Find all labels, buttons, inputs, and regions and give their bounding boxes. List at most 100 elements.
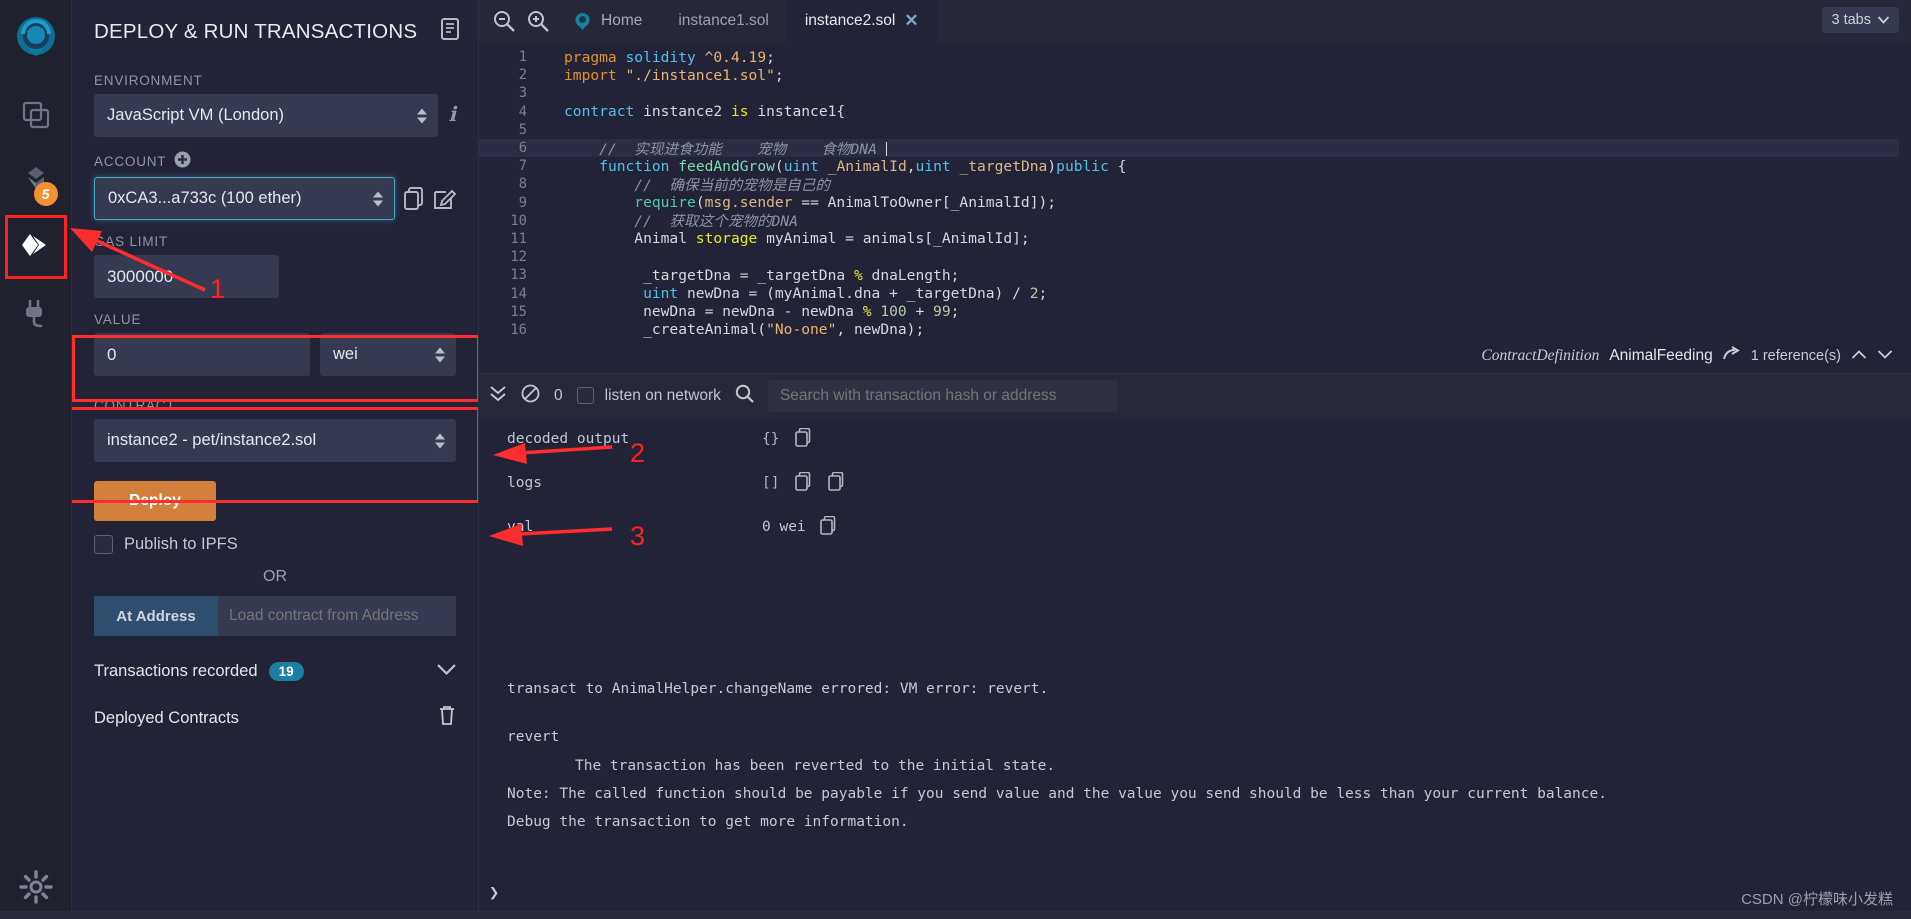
code-line: 11 Animal storage myAnimal = animals[_An… [479,230,1911,248]
line-code: Animal storage myAnimal = animals[_Anima… [564,230,1030,248]
code-line: 1 pragma solidity ^0.4.19; [479,48,1911,66]
files-icon [22,101,49,129]
braces-icon[interactable]: {} [762,431,779,447]
environment-select[interactable]: JavaScript VM (London) [94,94,439,137]
line-number: 10 [510,212,527,229]
zoom-in-icon[interactable] [521,10,555,32]
line-number: 7 [518,158,527,175]
line-code: import "./instance1.sol"; [564,66,784,84]
tab-instance1[interactable]: instance1.sol [660,0,786,42]
line-code: _targetDna = _targetDna % dnaLength; [564,266,960,284]
editor-area: Home instance1.sol instance2.sol ✕ 3 tab… [0,0,1911,919]
code-line: 10 // 获取这个宠物的DNA [479,212,1911,231]
listen-on-network-toggle[interactable]: listen on network [576,387,721,405]
tab-home[interactable]: Home [555,0,660,42]
copy-icon[interactable] [819,515,837,539]
line-number: 4 [518,103,527,120]
copy-icon[interactable] [795,427,812,451]
transactions-recorded-row[interactable]: Transactions recorded 19 [94,662,456,681]
pending-count: 0 [554,386,563,404]
publish-ipfs-row[interactable]: Publish to IPFS [94,535,456,554]
code-editor[interactable]: 1 pragma solidity ^0.4.19; 2 import "./ins… [479,42,1911,339]
val-key: val [507,519,534,535]
line-code: contract instance2 is instance1{ [564,103,846,121]
panel-docs-icon[interactable] [440,18,460,45]
decoded-output-key: decoded output [507,431,630,447]
line-number: 11 [510,230,527,247]
remix-logo-icon[interactable] [8,12,64,68]
deploy-run-panel: DEPLOY & RUN TRANSACTIONS ENVIRONMENT Ja… [72,0,479,919]
remix-ide-window: 5 DEPLOY & RUN TRANSACTIONS ENVIRONMENT … [0,0,1911,919]
contract-label: CONTRACT [94,398,176,413]
code-line: 15 newDna = newDna - newDna % 100 + 99; [479,303,1911,321]
copy-icon[interactable] [795,471,812,495]
at-address-button[interactable]: At Address [94,596,218,636]
log-line: Note: The called function should be paya… [507,785,1607,802]
tabs-count-label: 3 tabs [1831,12,1872,28]
environment-row: JavaScript VM (London) ℹ [94,94,456,137]
reference-count[interactable]: 1 reference(s) [1751,348,1841,364]
chevron-down-icon[interactable] [437,663,456,681]
chevron-updown-icon [417,108,428,123]
gas-limit-input[interactable] [94,255,279,298]
environment-info-icon[interactable]: ℹ [448,102,456,137]
sidebar-item-file-explorer[interactable] [8,86,64,144]
panel-header: DEPLOY & RUN TRANSACTIONS [72,0,478,51]
context-kind: ContractDefinition [1481,347,1600,364]
terminal-toolbar: 0 listen on network [479,373,1911,417]
logs-key: logs [507,475,542,491]
terminal-output[interactable]: decoded output {} logs [] val 0 wei tran… [479,417,1911,919]
next-reference-icon[interactable] [1877,347,1893,365]
copy-account-icon[interactable] [404,187,425,210]
sidebar-item-plugin-manager[interactable] [8,284,64,342]
tab-instance2[interactable]: instance2.sol ✕ [786,0,937,42]
terminal-row-logs: logs [] [479,461,1911,505]
gear-icon [19,870,53,904]
line-code: // 实现进食功能 宠物 食物DNA [539,138,887,159]
sidebar-item-settings[interactable] [19,870,53,909]
code-line: 5 [479,121,1911,139]
close-icon[interactable]: ✕ [904,11,918,31]
gas-limit-label: GAS LIMIT [94,234,168,249]
brackets-icon[interactable]: [] [762,475,779,491]
editor-scrollbar[interactable] [1899,42,1911,339]
line-number: 5 [518,121,527,138]
search-icon[interactable] [735,384,754,408]
panel-body: ENVIRONMENT JavaScript VM (London) ℹ ACC… [72,51,478,731]
prev-reference-icon[interactable] [1851,347,1867,365]
sidebar-item-deploy-run[interactable] [4,215,67,279]
line-number: 15 [510,303,527,320]
value-input[interactable] [94,333,310,376]
line-code: pragma solidity ^0.4.19; [564,48,775,66]
sign-message-icon[interactable] [434,187,456,210]
tab-instance1-label: instance1.sol [678,12,769,29]
zoom-out-icon[interactable] [487,10,521,32]
code-line: 3 [479,84,1911,102]
copy-icon[interactable] [828,471,845,495]
line-number: 1 [518,49,527,66]
trash-icon[interactable] [438,705,456,731]
tabs-count-button[interactable]: 3 tabs [1821,7,1899,33]
code-line: 13 _targetDna = _targetDna % dnaLength; [479,266,1911,284]
deploy-run-icon [21,234,46,256]
publish-ipfs-checkbox[interactable] [94,535,113,554]
sidebar-item-solidity-compiler[interactable]: 5 [8,152,64,210]
contract-select[interactable]: instance2 - pet/instance2.sol [94,419,456,462]
add-account-icon[interactable] [174,151,191,171]
terminal-row-val: val 0 wei [479,505,1911,549]
terminal-prompt[interactable]: ❯ [489,883,499,903]
listen-on-network-checkbox[interactable] [576,387,594,404]
collapse-terminal-icon[interactable] [489,383,507,408]
value-unit-select[interactable]: wei [320,333,456,376]
goto-reference-icon[interactable] [1722,346,1741,366]
account-label: ACCOUNT [94,151,456,171]
at-address-input[interactable] [218,596,456,636]
transaction-search-input[interactable] [767,379,1118,412]
compiler-badge: 5 [33,182,58,206]
line-number: 13 [510,267,527,284]
deploy-button[interactable]: Deploy [94,481,216,521]
environment-label: ENVIRONMENT [94,73,203,88]
tab-instance2-label: instance2.sol [804,12,896,29]
line-number: 14 [510,285,527,302]
account-select[interactable]: 0xCA3...a733c (100 ether) [94,177,395,220]
